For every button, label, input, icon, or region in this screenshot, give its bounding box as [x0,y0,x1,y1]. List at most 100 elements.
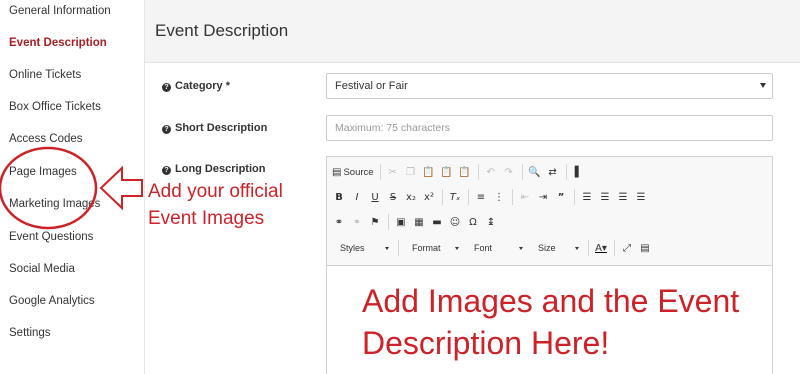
outdent-icon[interactable]: ⇤ [518,188,532,206]
paste-icon[interactable]: 📋 [422,163,436,181]
toolbar-separator [442,189,443,205]
toolbar-row-4: Styles Format Font Size A▾ ⤢ ▤ [332,238,656,258]
align-left-icon[interactable]: ☰ [580,188,594,206]
chevron-down-icon [575,246,579,250]
sidebar-item-marketing-images[interactable]: Marketing Images [9,198,100,210]
toolbar-separator [388,214,389,230]
annotation-text: Add your official Event Images [148,178,283,232]
blockquote-icon[interactable]: ” [554,188,568,206]
size-combo-label: Size [538,243,556,253]
paste-text-icon[interactable]: 📋 [440,163,454,181]
link-icon[interactable]: ⚭ [332,213,346,231]
sidebar-item-general-information[interactable]: General Information [9,5,111,17]
toolbar-separator [565,164,567,180]
question-circle-icon: ? [162,166,171,175]
image-icon[interactable]: ▣ [394,213,408,231]
anchor-flag-icon[interactable]: ⚑ [368,213,382,231]
page-header: Event Description [145,0,800,63]
source-label: Source [343,166,374,178]
annotation-line-2: Event Images [148,208,265,229]
paste-word-icon[interactable]: 📋 [458,163,472,181]
toolbar-separator [588,240,589,256]
rich-text-editor: ▤ Source ✂ ❐ 📋 📋 📋 ↶ ↷ 🔍 ⇄ ▌ B I U S x₂ … [326,156,773,374]
redo-icon[interactable]: ↷ [502,163,516,181]
find-icon[interactable]: 🔍 [528,163,542,181]
editor-content-line-2: Description Here! [362,325,610,361]
size-combo[interactable]: Size [530,239,582,257]
sidebar-item-social-media[interactable]: Social Media [9,263,75,275]
sidebar-item-box-office-tickets[interactable]: Box Office Tickets [9,101,101,113]
sidebar-item-google-analytics[interactable]: Google Analytics [9,295,95,307]
sidebar-item-event-description[interactable]: Event Description [9,37,107,49]
page-title: Event Description [155,21,289,40]
remove-format-icon[interactable]: Tₓ [448,188,462,206]
align-justify-icon[interactable]: ☰ [634,188,648,206]
align-center-icon[interactable]: ☰ [598,188,612,206]
show-blocks-icon[interactable]: ▤ [638,239,652,257]
source-button[interactable]: ▤ Source [332,163,374,181]
toolbar-row-1: ▤ Source ✂ ❐ 📋 📋 📋 ↶ ↷ 🔍 ⇄ ▌ [332,162,590,182]
subscript-icon[interactable]: x₂ [404,188,418,206]
short-description-label: ? Short Description [162,122,267,134]
bold-icon[interactable]: B [332,188,346,206]
toolbar-row-2: B I U S x₂ x² Tₓ ≡ ⋮ ⇤ ⇥ ” ☰ ☰ ☰ ☰ [332,187,652,207]
sidebar-item-page-images[interactable]: Page Images [9,166,77,178]
sidebar-item-online-tickets[interactable]: Online Tickets [9,69,81,81]
short-description-input[interactable] [326,115,773,141]
page-break-icon[interactable]: ↨ [484,213,498,231]
chevron-down-icon [760,83,766,88]
font-combo-label: Font [474,243,493,253]
numbered-list-icon[interactable]: ≡ [474,188,488,206]
table-icon[interactable]: ▦ [412,213,426,231]
indent-icon[interactable]: ⇥ [536,188,550,206]
editor-content-text: Add Images and the Event Description Her… [362,280,742,364]
smiley-icon[interactable]: ☺ [448,213,462,231]
toolbar-separator [574,189,575,205]
superscript-icon[interactable]: x² [422,188,436,206]
special-char-omega-icon[interactable]: Ω [466,213,480,231]
styles-combo[interactable]: Styles [332,239,392,257]
question-circle-icon: ? [162,83,171,92]
editor-content-area[interactable]: Add Images and the Event Description Her… [327,266,772,374]
sidebar-item-settings[interactable]: Settings [9,327,51,339]
text-color-icon[interactable]: A▾ [594,239,608,257]
maximize-icon[interactable]: ⤢ [620,239,634,257]
undo-icon[interactable]: ↶ [484,163,498,181]
cut-icon[interactable]: ✂ [386,163,400,181]
long-description-label: ? Long Description [162,163,265,175]
category-select[interactable]: Festival or Fair [326,73,773,99]
strikethrough-icon[interactable]: S [386,188,400,206]
font-combo[interactable]: Font [466,239,526,257]
format-combo[interactable]: Format [404,239,462,257]
unlink-icon[interactable]: ⚭ [350,213,364,231]
toolbar-row-3: ⚭ ⚭ ⚑ ▣ ▦ ▬ ☺ Ω ↨ [332,212,502,232]
short-description-label-text: Short Description [175,122,268,134]
question-circle-icon: ? [162,125,171,134]
long-description-label-text: Long Description [175,163,266,175]
toolbar-separator [512,189,513,205]
toolbar-separator [477,164,479,180]
sidebar-item-access-codes[interactable]: Access Codes [9,133,83,145]
spellcheck-icon[interactable]: ▌ [572,163,586,181]
toolbar-separator [468,189,469,205]
align-right-icon[interactable]: ☰ [616,188,630,206]
toolbar-separator [379,164,381,180]
chevron-down-icon [385,246,389,250]
bulleted-list-icon[interactable]: ⋮ [492,188,506,206]
italic-icon[interactable]: I [350,188,364,206]
editor-content-line-1: Add Images and the Event [362,283,740,319]
editor-toolbar: ▤ Source ✂ ❐ 📋 📋 📋 ↶ ↷ 🔍 ⇄ ▌ B I U S x₂ … [327,157,772,266]
copy-icon[interactable]: ❐ [404,163,418,181]
horizontal-line-icon[interactable]: ▬ [430,213,444,231]
replace-icon[interactable]: ⇄ [546,163,560,181]
sidebar-item-event-questions[interactable]: Event Questions [9,231,93,243]
source-icon: ▤ [332,166,342,178]
chevron-down-icon [455,246,459,250]
underline-icon[interactable]: U [368,188,382,206]
toolbar-separator [614,240,615,256]
annotation-line-1: Add your official [148,181,283,202]
chevron-down-icon [519,246,523,250]
toolbar-separator [398,240,399,256]
category-selected-value: Festival or Fair [335,80,408,92]
toolbar-separator [521,164,523,180]
